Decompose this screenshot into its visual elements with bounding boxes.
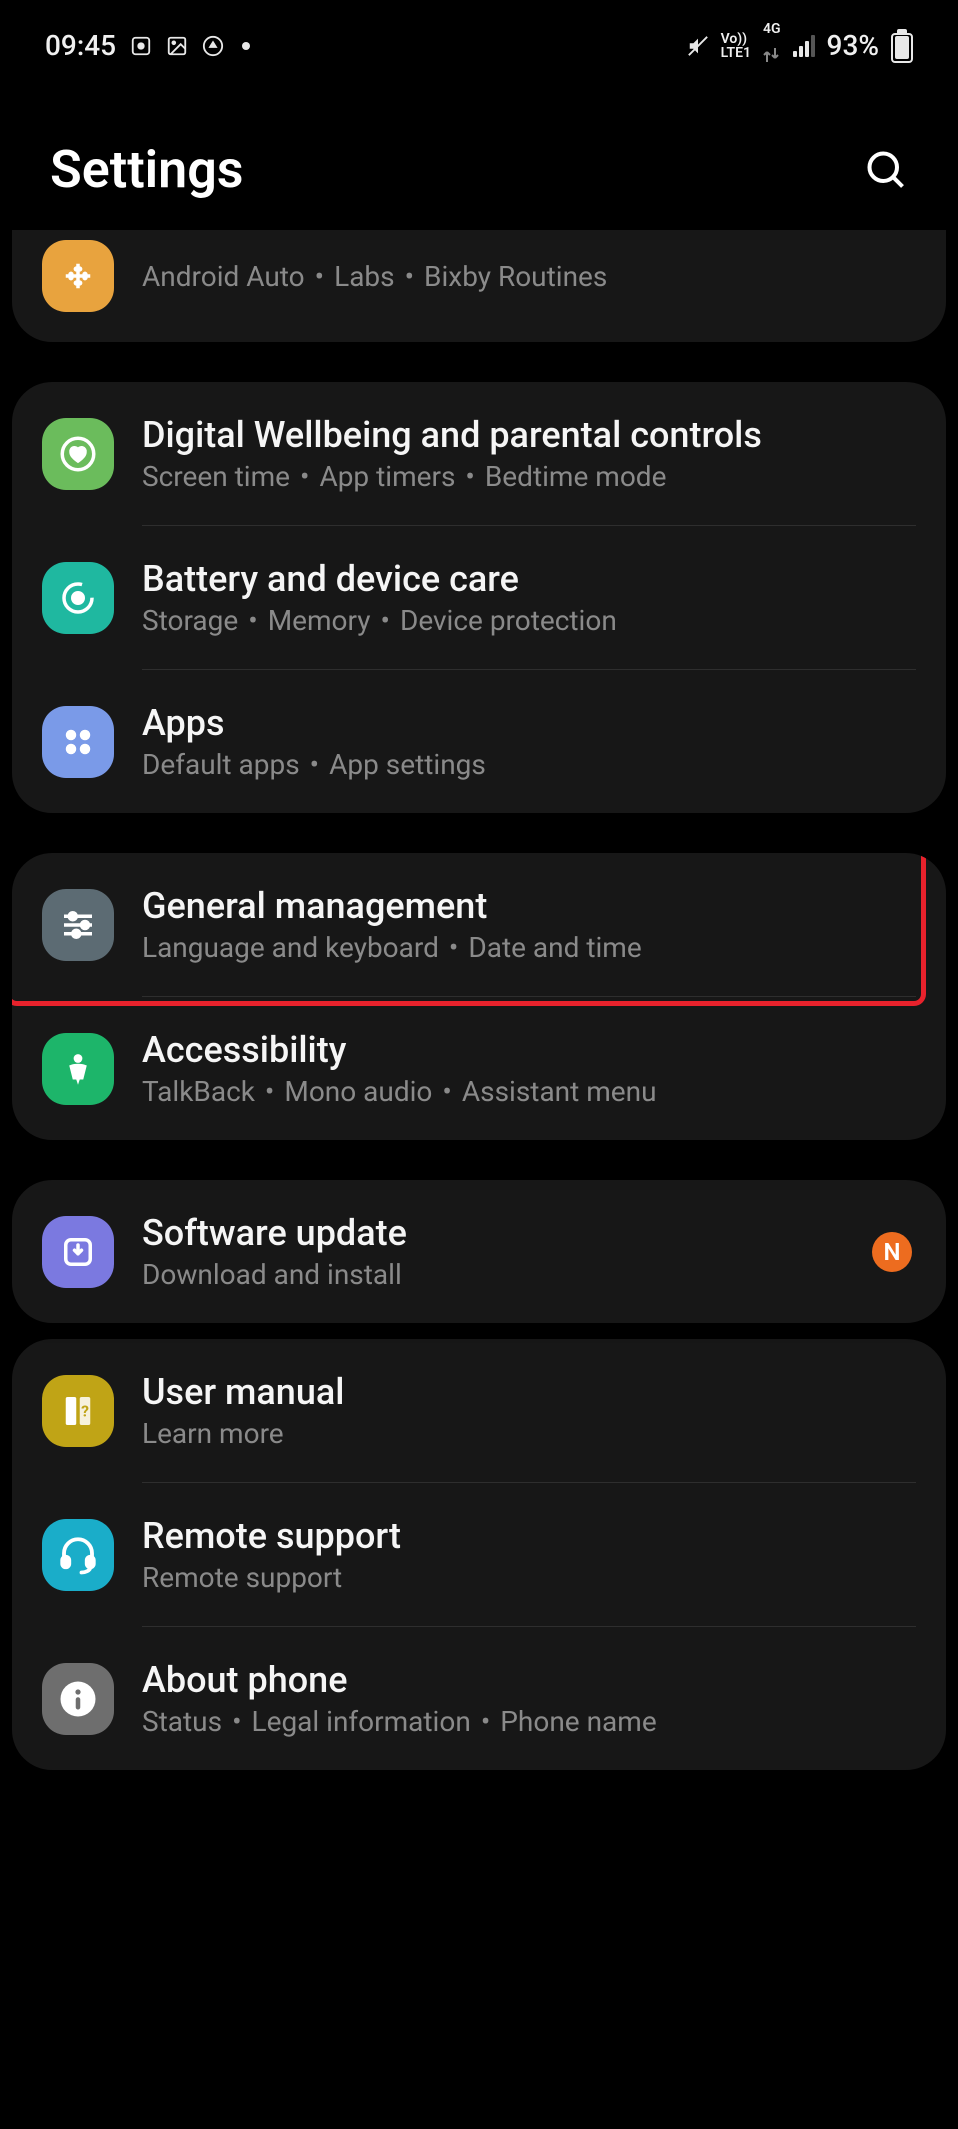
settings-group: Software update Download and installN [12, 1180, 946, 1323]
item-body: Android Auto•Labs•Bixby Routines [142, 260, 916, 293]
item-title: Accessibility [142, 1029, 916, 1071]
battery-percent: 93% [827, 29, 879, 62]
status-left: 09:45 [45, 29, 250, 62]
item-subtitle: Default apps•App settings [142, 748, 916, 781]
update-indicator-icon [202, 35, 224, 57]
item-body: Remote support Remote support [142, 1515, 916, 1594]
image-icon [166, 35, 188, 57]
settings-group: Android Auto•Labs•Bixby Routines [12, 230, 946, 342]
volte-label: Vo)) LTE1 [721, 32, 751, 60]
battery-care-icon [42, 562, 114, 634]
info-icon [42, 1663, 114, 1735]
settings-item-advanced-features[interactable]: Android Auto•Labs•Bixby Routines [12, 230, 946, 342]
settings-item-digital-wellbeing[interactable]: Digital Wellbeing and parental controls S… [12, 382, 946, 525]
heart-circle-icon [42, 418, 114, 490]
search-icon[interactable] [864, 148, 908, 192]
item-body: Apps Default apps•App settings [142, 702, 916, 781]
settings-item-remote-support[interactable]: Remote support Remote support [12, 1483, 946, 1626]
network-gen-label: 4G [763, 22, 781, 69]
settings-item-general-management[interactable]: General management Language and keyboard•… [12, 853, 946, 996]
settings-group: ?User manualLearn moreRemote supportRemo… [12, 1339, 946, 1770]
item-body: Accessibility TalkBack•Mono audio•Assista… [142, 1029, 916, 1108]
settings-item-user-manual[interactable]: ? User manual Learn more [12, 1339, 946, 1482]
signal-icon [793, 35, 815, 57]
status-bar: 09:45 Vo)) LTE1 4G 93% [0, 0, 958, 79]
sliders-icon [42, 889, 114, 961]
item-subtitle: Download and install [142, 1258, 872, 1291]
settings-item-accessibility[interactable]: Accessibility TalkBack•Mono audio•Assista… [12, 997, 946, 1140]
item-subtitle: TalkBack•Mono audio•Assistant menu [142, 1075, 916, 1108]
page-title: Settings [50, 139, 244, 200]
item-subtitle: Remote support [142, 1561, 916, 1594]
item-subtitle: Language and keyboard•Date and time [142, 931, 916, 964]
item-title: Software update [142, 1212, 872, 1254]
apps-icon [42, 706, 114, 778]
item-title: About phone [142, 1659, 916, 1701]
item-title: User manual [142, 1371, 916, 1413]
data-arrows-icon [763, 48, 779, 62]
status-right: Vo)) LTE1 4G 93% [687, 22, 913, 69]
item-body: About phone Status•Legal information•Phon… [142, 1659, 916, 1738]
settings-item-about-phone[interactable]: About phone Status•Legal information•Phon… [12, 1627, 946, 1770]
settings-list[interactable]: Android Auto•Labs•Bixby Routines Digital … [0, 230, 958, 1770]
dot-icon [242, 42, 250, 50]
item-subtitle: Status•Legal information•Phone name [142, 1705, 916, 1738]
item-subtitle: Learn more [142, 1417, 916, 1450]
page-header: Settings [0, 79, 958, 230]
update-icon [42, 1216, 114, 1288]
item-title: Digital Wellbeing and parental controls [142, 414, 916, 456]
person-icon [42, 1033, 114, 1105]
item-subtitle: Storage•Memory•Device protection [142, 604, 916, 637]
settings-item-software-update[interactable]: Software update Download and installN [12, 1180, 946, 1323]
notification-badge: N [872, 1232, 912, 1272]
settings-group: Digital Wellbeing and parental controls S… [12, 382, 946, 813]
battery-icon [891, 29, 913, 63]
item-body: User manual Learn more [142, 1371, 916, 1450]
item-body: Software update Download and install [142, 1212, 872, 1291]
item-body: Digital Wellbeing and parental controls S… [142, 414, 916, 493]
item-title: Apps [142, 702, 916, 744]
mute-icon [687, 35, 709, 57]
status-time: 09:45 [45, 29, 116, 62]
item-body: Battery and device care Storage•Memory•De… [142, 558, 916, 637]
item-title: Remote support [142, 1515, 916, 1557]
settings-group: General management Language and keyboard•… [12, 853, 946, 1140]
item-body: General management Language and keyboard•… [142, 885, 916, 964]
puzzle-icon [42, 240, 114, 312]
item-title: Battery and device care [142, 558, 916, 600]
app-icon-1 [130, 35, 152, 57]
item-subtitle: Screen time•App timers•Bedtime mode [142, 460, 916, 493]
headset-icon [42, 1519, 114, 1591]
settings-item-apps[interactable]: Apps Default apps•App settings [12, 670, 946, 813]
item-subtitle: Android Auto•Labs•Bixby Routines [142, 260, 916, 293]
item-title: General management [142, 885, 916, 927]
settings-item-battery-care[interactable]: Battery and device care Storage•Memory•De… [12, 526, 946, 669]
manual-icon: ? [42, 1375, 114, 1447]
svg-text:?: ? [81, 1401, 89, 1420]
